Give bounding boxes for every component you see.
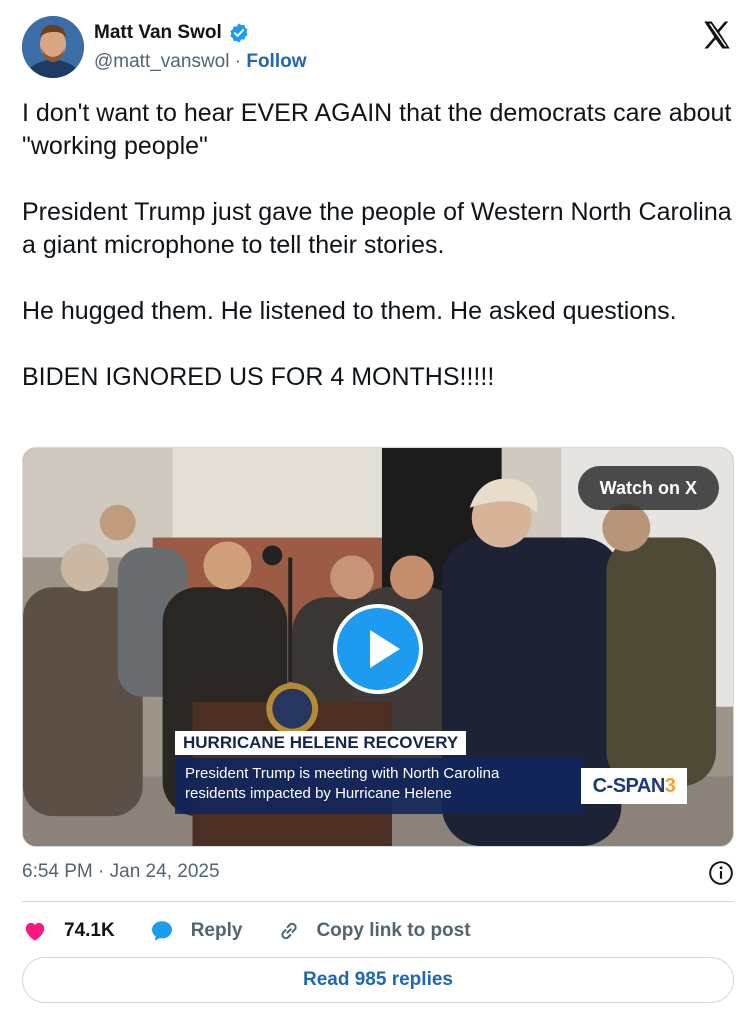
timestamp[interactable]: 6:54 PM · Jan 24, 2025 xyxy=(22,861,220,883)
reply-button[interactable]: Reply xyxy=(149,918,243,944)
info-icon[interactable] xyxy=(708,860,734,886)
reply-bubble-icon xyxy=(151,921,172,941)
like-count: 74.1K xyxy=(64,920,115,941)
network-logo-number: 3 xyxy=(664,775,676,797)
handle-separator: · xyxy=(234,51,242,72)
watch-on-x-button[interactable]: Watch on X xyxy=(577,466,719,510)
tweet-paragraph: I don't want to hear EVER AGAIN that the… xyxy=(22,99,732,160)
network-logo-text: C-SPAN xyxy=(592,775,666,797)
action-bar: 74.1K Reply Copy link to post xyxy=(22,914,505,948)
chyron-subtitle: President Trump is meeting with North Ca… xyxy=(175,758,583,814)
reply-label: Reply xyxy=(190,920,243,941)
author-name[interactable]: Matt Van Swol xyxy=(94,22,222,44)
chyron-title: HURRICANE HELENE RECOVERY xyxy=(175,731,467,755)
tweet-paragraph: He hugged them. He listened to them. He … xyxy=(22,297,677,325)
copy-link-button[interactable]: Copy link to post xyxy=(276,918,471,944)
x-logo-icon[interactable] xyxy=(700,18,734,52)
video-thumbnail[interactable]: Watch on X HURRICANE HELENE RECOVERY Pre… xyxy=(22,447,734,847)
chyron-line: President Trump is meeting with North Ca… xyxy=(185,765,500,782)
read-replies-button[interactable]: Read 985 replies xyxy=(22,957,734,1003)
tweet-text: I don't want to hear EVER AGAIN that the… xyxy=(22,97,734,394)
network-logo: C-SPAN3 xyxy=(581,768,687,804)
chyron-line: residents impacted by Hurricane Helene xyxy=(185,785,452,802)
tweet-paragraph: President Trump just gave the people of … xyxy=(22,198,732,259)
copy-link-label: Copy link to post xyxy=(316,920,471,941)
divider xyxy=(22,901,734,902)
tweet-paragraph: BIDEN IGNORED US FOR 4 MONTHS!!!!! xyxy=(22,363,495,391)
tweet-header: Matt Van Swol @matt_vanswol · Follow xyxy=(22,14,734,84)
heart-icon xyxy=(25,922,45,941)
author-handle[interactable]: @matt_vanswol xyxy=(94,51,229,72)
follow-button[interactable]: Follow xyxy=(246,51,306,72)
play-icon[interactable] xyxy=(333,604,423,694)
tweet-card: Matt Van Swol @matt_vanswol · Follow I d… xyxy=(0,0,756,1024)
link-icon xyxy=(281,922,298,940)
like-button[interactable]: 74.1K xyxy=(22,918,115,944)
author-avatar[interactable] xyxy=(22,16,84,78)
verified-badge-icon xyxy=(230,23,248,43)
